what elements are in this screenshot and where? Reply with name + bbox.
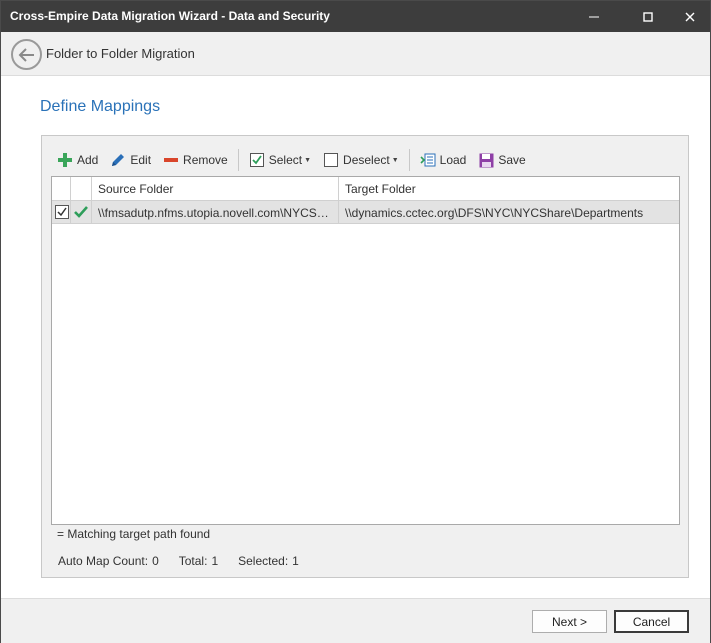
deselect-label: Deselect: [343, 153, 390, 167]
selected-label: Selected:: [238, 554, 289, 568]
maximize-button[interactable]: [625, 1, 671, 32]
green-check-icon: [74, 206, 88, 218]
grid-header: Source Folder Target Folder: [52, 177, 679, 201]
caret-down-icon: ▼: [391, 156, 399, 164]
add-button[interactable]: Add: [51, 147, 104, 173]
column-header-target-folder[interactable]: Target Folder: [339, 177, 679, 200]
save-label: Save: [498, 153, 526, 167]
mappings-grid[interactable]: Source Folder Target Folder \\fmsadutp.n…: [51, 176, 680, 525]
arrow-left-icon: [18, 47, 34, 62]
edit-button[interactable]: Edit: [104, 147, 157, 173]
selected-value: 1: [292, 554, 299, 568]
row-checkbox[interactable]: [55, 205, 69, 219]
pencil-icon: [110, 152, 126, 168]
minimize-icon: [589, 16, 599, 17]
row-checkbox-cell[interactable]: [52, 201, 71, 223]
row-status-cell: [71, 201, 92, 223]
minus-icon: [163, 152, 179, 168]
back-button[interactable]: [11, 39, 42, 70]
page-title: Folder to Folder Migration: [46, 46, 195, 61]
toolbar-separator: [237, 149, 239, 171]
toolbar: Add Edit Remove Select ▼ Deselect ▼ Load…: [51, 147, 679, 173]
checkbox-checked-icon: [249, 152, 265, 168]
content-area: Define Mappings Add Edit Remove Select ▼…: [1, 77, 710, 597]
remove-button[interactable]: Remove: [157, 147, 234, 173]
total-count: Total: 1: [179, 554, 218, 568]
column-header-source-folder[interactable]: Source Folder: [92, 177, 339, 200]
load-button[interactable]: Load: [414, 147, 473, 173]
title-bar[interactable]: Cross-Empire Data Migration Wizard - Dat…: [1, 1, 710, 32]
auto-map-label: Auto Map Count:: [58, 554, 149, 568]
legend: = Matching target path found: [57, 527, 210, 541]
close-button[interactable]: [667, 1, 711, 32]
load-label: Load: [439, 153, 467, 167]
target-folder-cell: \\dynamics.cctec.org\DFS\NYC\NYCShare\De…: [345, 206, 644, 220]
wizard-window: Cross-Empire Data Migration Wizard - Dat…: [0, 0, 711, 643]
selected-count: Selected: 1: [238, 554, 299, 568]
save-button[interactable]: Save: [472, 147, 531, 173]
table-row[interactable]: \\fmsadutp.nfms.utopia.novell.com\NYCSha…: [52, 201, 679, 224]
source-folder-cell: \\fmsadutp.nfms.utopia.novell.com\NYCSha…: [92, 201, 339, 223]
maximize-icon: [643, 11, 653, 22]
legend-text: = Matching target path found: [57, 527, 211, 541]
stats-bar: Auto Map Count: 0 Total: 1 Selected: 1: [58, 554, 319, 568]
column-header-status[interactable]: [71, 177, 92, 200]
toolbar-separator: [408, 149, 410, 171]
select-dropdown[interactable]: Select ▼: [243, 147, 317, 173]
total-value: 1: [211, 554, 219, 568]
deselect-dropdown[interactable]: Deselect ▼: [317, 147, 405, 173]
footer-bar: Next > Cancel: [1, 598, 710, 643]
auto-map-value: 0: [152, 554, 159, 568]
plus-icon: [57, 152, 73, 168]
load-icon: [420, 152, 436, 168]
close-icon: [685, 12, 695, 21]
floppy-disk-icon: [478, 152, 494, 168]
next-button[interactable]: Next >: [532, 610, 607, 633]
window-title: Cross-Empire Data Migration Wizard - Dat…: [10, 9, 330, 23]
total-label: Total:: [178, 554, 208, 568]
caret-down-icon: ▼: [304, 156, 312, 164]
select-label: Select: [268, 153, 303, 167]
remove-label: Remove: [183, 153, 228, 167]
edit-label: Edit: [130, 153, 152, 167]
auto-map-count: Auto Map Count: 0: [58, 554, 159, 568]
checkmark-icon: [57, 207, 67, 217]
mappings-panel: Add Edit Remove Select ▼ Deselect ▼ Load…: [41, 135, 689, 578]
checkbox-empty-icon: [323, 152, 339, 168]
cancel-button[interactable]: Cancel: [614, 610, 689, 633]
column-header-check[interactable]: [52, 177, 71, 200]
add-label: Add: [77, 153, 99, 167]
section-title: Define Mappings: [40, 98, 161, 115]
nav-bar: Folder to Folder Migration: [1, 32, 710, 76]
minimize-button[interactable]: [571, 1, 617, 32]
